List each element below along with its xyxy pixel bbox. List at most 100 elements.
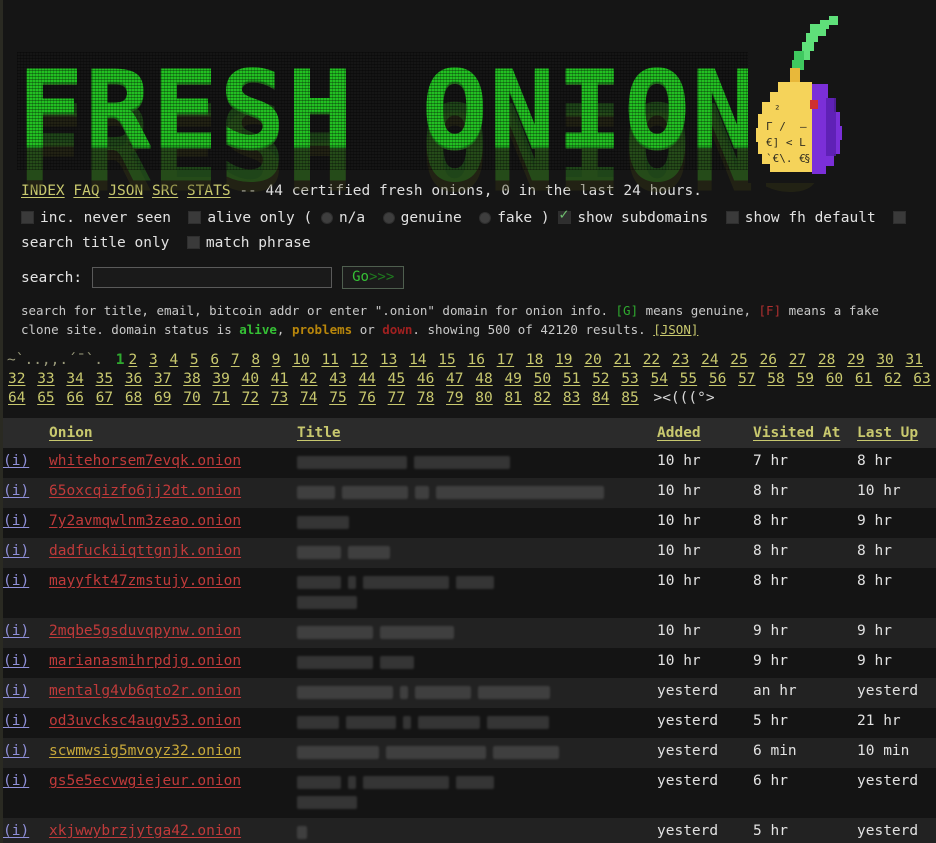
- pagination-page-26[interactable]: 26: [760, 352, 777, 368]
- onion-domain-link[interactable]: mentalg4vb6qto2r.onion: [49, 683, 241, 699]
- pagination-page-19[interactable]: 19: [555, 352, 572, 368]
- pagination-page-55[interactable]: 55: [680, 371, 697, 387]
- info-link[interactable]: (i): [3, 653, 29, 669]
- pagination-page-84[interactable]: 84: [592, 390, 609, 406]
- pagination-page-63[interactable]: 63: [913, 371, 930, 387]
- col-header-title[interactable]: Title: [297, 418, 657, 448]
- info-link[interactable]: (i): [3, 573, 29, 589]
- pagination-page-58[interactable]: 58: [767, 371, 784, 387]
- onion-domain-link[interactable]: 65oxcqizfo6jj2dt.onion: [49, 483, 241, 499]
- pagination-page-36[interactable]: 36: [125, 371, 142, 387]
- checkbox-show-fh-default[interactable]: [725, 211, 739, 224]
- onion-domain-link[interactable]: xkjwwybrzjytga42.onion: [49, 823, 241, 839]
- info-link[interactable]: (i): [3, 713, 29, 729]
- pagination-page-29[interactable]: 29: [847, 352, 864, 368]
- pagination-page-34[interactable]: 34: [66, 371, 83, 387]
- pagination-page-16[interactable]: 16: [467, 352, 484, 368]
- pagination-page-21[interactable]: 21: [613, 352, 630, 368]
- pagination-page-42[interactable]: 42: [300, 371, 317, 387]
- pagination-page-81[interactable]: 81: [504, 390, 521, 406]
- search-input[interactable]: [92, 267, 333, 288]
- info-link[interactable]: (i): [3, 823, 29, 839]
- pagination-page-76[interactable]: 76: [358, 390, 375, 406]
- radio-fake[interactable]: [479, 212, 492, 224]
- pagination-page-48[interactable]: 48: [475, 371, 492, 387]
- info-link[interactable]: (i): [3, 743, 29, 759]
- col-header-onion[interactable]: Onion: [49, 418, 297, 448]
- pagination-page-39[interactable]: 39: [212, 371, 229, 387]
- checkbox-search-title-only[interactable]: [893, 211, 907, 224]
- onion-domain-link[interactable]: gs5e5ecvwgiejeur.onion: [49, 773, 241, 789]
- pagination-page-23[interactable]: 23: [672, 352, 689, 368]
- info-link[interactable]: (i): [3, 683, 29, 699]
- pagination-page-40[interactable]: 40: [242, 371, 259, 387]
- pagination-page-33[interactable]: 33: [37, 371, 54, 387]
- pagination-page-25[interactable]: 25: [730, 352, 747, 368]
- radio-genuine[interactable]: [382, 212, 395, 224]
- pagination-page-77[interactable]: 77: [388, 390, 405, 406]
- onion-domain-link[interactable]: marianasmihrpdjg.onion: [49, 653, 241, 669]
- pagination-page-22[interactable]: 22: [643, 352, 660, 368]
- pagination-page-27[interactable]: 27: [789, 352, 806, 368]
- onion-domain-link[interactable]: 2mqbe5gsduvqpynw.onion: [49, 623, 241, 639]
- pagination-page-50[interactable]: 50: [534, 371, 551, 387]
- pagination-page-73[interactable]: 73: [271, 390, 288, 406]
- info-link[interactable]: (i): [3, 623, 29, 639]
- pagination-page-56[interactable]: 56: [709, 371, 726, 387]
- info-link[interactable]: (i): [3, 543, 29, 559]
- pagination-page-65[interactable]: 65: [37, 390, 54, 406]
- onion-domain-link[interactable]: mayyfkt47zmstujy.onion: [49, 573, 241, 589]
- pagination-page-32[interactable]: 32: [8, 371, 25, 387]
- pagination-page-2[interactable]: 2: [129, 352, 138, 368]
- pagination-page-82[interactable]: 82: [534, 390, 551, 406]
- pagination-page-24[interactable]: 24: [701, 352, 718, 368]
- pagination-page-44[interactable]: 44: [358, 371, 375, 387]
- pagination-page-51[interactable]: 51: [563, 371, 580, 387]
- pagination-page-9[interactable]: 9: [272, 352, 281, 368]
- pagination-page-11[interactable]: 11: [321, 352, 338, 368]
- pagination-page-8[interactable]: 8: [251, 352, 260, 368]
- info-link[interactable]: (i): [3, 453, 29, 469]
- pagination-page-54[interactable]: 54: [650, 371, 667, 387]
- pagination-page-35[interactable]: 35: [96, 371, 113, 387]
- pagination-page-3[interactable]: 3: [149, 352, 158, 368]
- pagination-page-10[interactable]: 10: [292, 352, 309, 368]
- pagination-page-72[interactable]: 72: [242, 390, 259, 406]
- pagination-page-85[interactable]: 85: [621, 390, 638, 406]
- pagination-page-83[interactable]: 83: [563, 390, 580, 406]
- pagination-page-18[interactable]: 18: [526, 352, 543, 368]
- pagination-page-61[interactable]: 61: [855, 371, 872, 387]
- pagination-page-66[interactable]: 66: [66, 390, 83, 406]
- pagination-page-68[interactable]: 68: [125, 390, 142, 406]
- checkbox-match-phrase[interactable]: [186, 236, 200, 249]
- onion-domain-link[interactable]: 7y2avmqwlnm3zeao.onion: [49, 513, 241, 529]
- pagination-page-69[interactable]: 69: [154, 390, 171, 406]
- pagination-page-30[interactable]: 30: [876, 352, 893, 368]
- pagination-page-64[interactable]: 64: [8, 390, 25, 406]
- nav-link-json[interactable]: JSON: [108, 183, 143, 199]
- onion-domain-link[interactable]: dadfuckiiqttgnjk.onion: [49, 543, 241, 559]
- pagination-page-80[interactable]: 80: [475, 390, 492, 406]
- pagination-page-60[interactable]: 60: [826, 371, 843, 387]
- json-results-link[interactable]: [JSON]: [653, 322, 698, 337]
- pagination-page-15[interactable]: 15: [438, 352, 455, 368]
- pagination-page-53[interactable]: 53: [621, 371, 638, 387]
- pagination-page-37[interactable]: 37: [154, 371, 171, 387]
- checkbox-inc-never-seen[interactable]: [21, 211, 34, 224]
- pagination-page-14[interactable]: 14: [409, 352, 426, 368]
- pagination-page-13[interactable]: 13: [380, 352, 397, 368]
- nav-link-faq[interactable]: FAQ: [73, 183, 99, 199]
- pagination-page-38[interactable]: 38: [183, 371, 200, 387]
- onion-domain-link[interactable]: whitehorsem7evqk.onion: [49, 453, 241, 469]
- pagination-page-28[interactable]: 28: [818, 352, 835, 368]
- onion-domain-link[interactable]: scwmwsig5mvoyz32.onion: [49, 743, 241, 759]
- col-header-visited-at[interactable]: Visited At: [753, 418, 857, 448]
- pagination-page-59[interactable]: 59: [796, 371, 813, 387]
- col-header-added[interactable]: Added: [657, 418, 753, 448]
- pagination-page-47[interactable]: 47: [446, 371, 463, 387]
- pagination-page-75[interactable]: 75: [329, 390, 346, 406]
- pagination-page-57[interactable]: 57: [738, 371, 755, 387]
- pagination-page-71[interactable]: 71: [212, 390, 229, 406]
- pagination-page-7[interactable]: 7: [231, 352, 240, 368]
- checkbox-alive-only[interactable]: [188, 211, 202, 224]
